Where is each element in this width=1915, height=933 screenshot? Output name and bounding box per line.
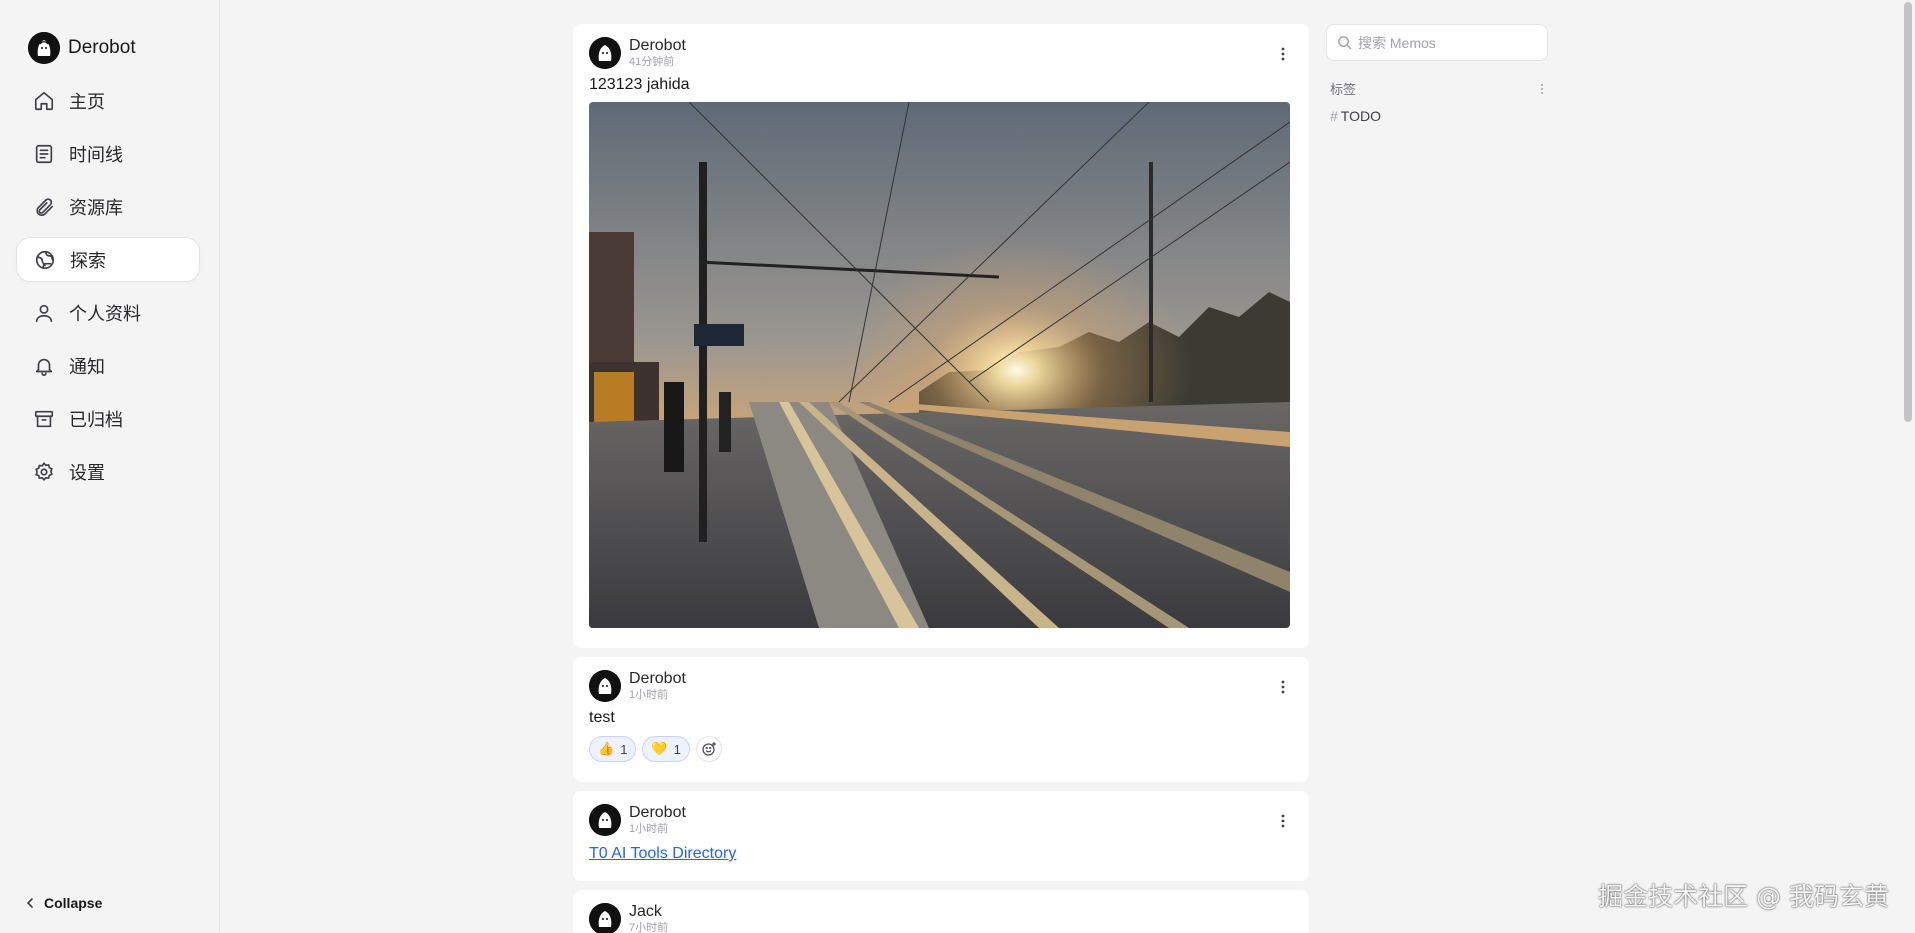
brand-avatar <box>28 32 60 64</box>
memo-content: 123123 jahida <box>589 76 690 93</box>
memo-time: 1小时前 <box>629 823 669 835</box>
reaction-count: 1 <box>673 741 681 757</box>
memo-time: 41分钟前 <box>629 56 675 68</box>
memo-link[interactable]: T0 AI Tools Directory <box>589 845 736 863</box>
globe-icon <box>35 250 55 269</box>
right-sidebar: 标签 # TODO <box>1326 24 1548 124</box>
author-avatar[interactable] <box>589 804 621 836</box>
collapse-label: Collapse <box>44 895 103 911</box>
search-icon <box>1338 36 1352 50</box>
nav-item-notifications[interactable]: 通知 <box>16 343 200 388</box>
author-avatar[interactable] <box>589 37 621 69</box>
nav-label: 个人资料 <box>69 303 141 324</box>
nav-item-explore[interactable]: 探索 <box>16 237 200 282</box>
memo-card: Jack 7小时前 <box>573 890 1309 933</box>
paperclip-icon <box>36 197 54 216</box>
archive-icon <box>34 410 54 427</box>
memo-author[interactable]: Derobot <box>629 805 686 821</box>
memo-author[interactable]: Jack <box>629 904 668 920</box>
memo-content: test <box>589 709 615 726</box>
memo-feed: Derobot 41分钟前 123123 jahida Derobot 1小时前… <box>573 24 1309 933</box>
scrollbar-thumb[interactable] <box>1904 2 1912 422</box>
reaction-count: 1 <box>620 741 628 757</box>
nav-label: 主页 <box>69 91 105 112</box>
nav-item-home[interactable]: 主页 <box>16 78 200 123</box>
author-avatar[interactable] <box>589 670 621 702</box>
nav-label: 资源库 <box>69 197 123 218</box>
memo-author[interactable]: Derobot <box>629 38 686 54</box>
left-sidebar: Derobot 主页 时间线 资源库 探索 个人资料 通知 已归档 设置 Col… <box>0 0 220 933</box>
memo-header: Derobot 1小时前 <box>589 669 1293 703</box>
nav-label: 探索 <box>70 250 106 271</box>
memo-card: Derobot 1小时前 T0 AI Tools Directory <box>573 791 1309 881</box>
add-reaction-button[interactable] <box>695 736 722 762</box>
reaction-bar: 👍 1 💛 1 <box>589 736 1293 762</box>
gear-icon <box>35 461 53 481</box>
memo-header: Derobot 41分钟前 <box>589 36 1293 70</box>
more-options-icon[interactable] <box>1275 46 1291 62</box>
nav-item-settings[interactable]: 设置 <box>16 449 200 494</box>
search-box <box>1326 24 1548 61</box>
nav-item-timeline[interactable]: 时间线 <box>16 131 200 176</box>
collapse-button[interactable]: Collapse <box>24 895 102 911</box>
nav-item-profile[interactable]: 个人资料 <box>16 290 200 335</box>
memo-image[interactable] <box>589 102 1290 628</box>
memo-time: 7小时前 <box>629 922 669 933</box>
watermark: 掘金技术社区 @ 我码玄黄 <box>1598 882 1889 911</box>
author-avatar[interactable] <box>589 903 621 933</box>
memo-card: Derobot 1小时前 test 👍 1 💛 1 <box>573 657 1309 782</box>
memo-time: 1小时前 <box>629 689 669 701</box>
bell-icon <box>35 358 53 376</box>
thumbs-up-emoji: 👍 <box>598 741 615 756</box>
tags-title: 标签 <box>1330 82 1357 97</box>
reaction-thumbs-up[interactable]: 👍 1 <box>589 736 637 762</box>
nav-item-archived[interactable]: 已归档 <box>16 396 200 441</box>
brand-name: Derobot <box>68 37 136 58</box>
more-options-icon[interactable] <box>1540 83 1544 95</box>
reaction-heart[interactable]: 💛 1 <box>642 736 690 762</box>
memo-header: Jack 7小时前 <box>589 902 1293 933</box>
memo-author[interactable]: Derobot <box>629 671 686 687</box>
user-icon <box>35 304 53 322</box>
nav-label: 已归档 <box>69 409 123 430</box>
timeline-icon <box>35 144 53 163</box>
brand[interactable]: Derobot <box>28 32 136 64</box>
tags-header: 标签 <box>1326 79 1548 98</box>
hash-icon: # <box>1330 108 1338 124</box>
scrollbar[interactable] <box>1901 0 1915 933</box>
nav-label: 通知 <box>69 356 105 377</box>
tag-name: TODO <box>1340 108 1381 124</box>
search-input[interactable] <box>1358 34 1538 51</box>
yellow-heart-emoji: 💛 <box>651 741 668 756</box>
memo-card: Derobot 41分钟前 123123 jahida <box>573 24 1309 648</box>
memo-header: Derobot 1小时前 <box>589 803 1293 837</box>
main-nav: 主页 时间线 资源库 探索 个人资料 通知 已归档 设置 <box>16 78 200 502</box>
tag-item[interactable]: # TODO <box>1326 108 1548 124</box>
chevron-left-icon <box>26 898 33 908</box>
home-icon <box>34 91 54 110</box>
nav-label: 时间线 <box>69 144 123 165</box>
nav-label: 设置 <box>69 462 105 483</box>
more-options-icon[interactable] <box>1275 679 1291 695</box>
more-options-icon[interactable] <box>1275 813 1291 829</box>
nav-item-resources[interactable]: 资源库 <box>16 184 200 229</box>
smile-plus-icon <box>702 741 716 756</box>
